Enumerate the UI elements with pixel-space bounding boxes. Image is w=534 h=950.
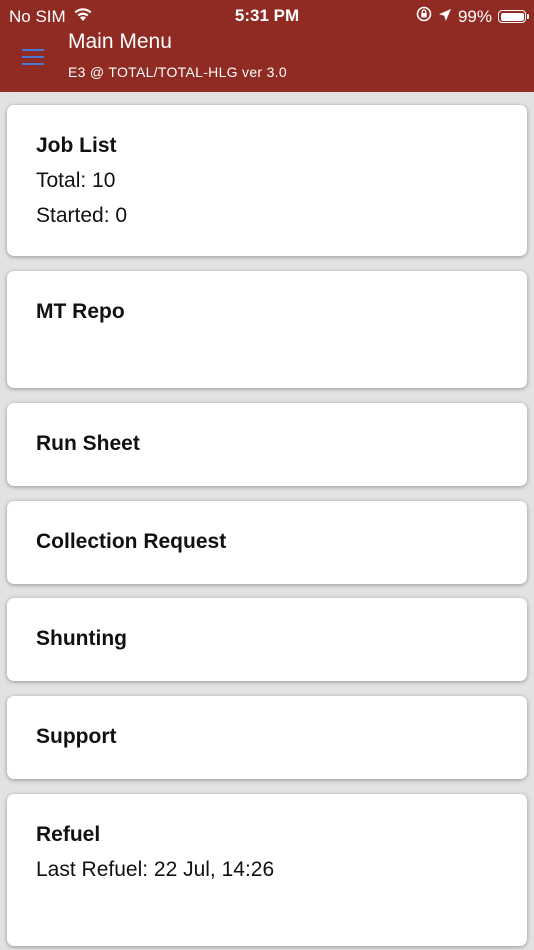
- mt-repo-title: MT Repo: [36, 300, 125, 323]
- app-header: No SIM 5:31 PM 99% Main Menu E3 @ TOTAL/…: [0, 0, 534, 92]
- battery-percent: 99%: [457, 6, 492, 26]
- battery-icon: [498, 10, 529, 23]
- mt-repo-card[interactable]: MT Repo: [7, 271, 527, 388]
- run-sheet-card[interactable]: Run Sheet: [7, 403, 527, 486]
- location-arrow-icon: [438, 7, 452, 27]
- status-right: 99%: [416, 6, 529, 27]
- collection-request-title: Collection Request: [36, 530, 227, 553]
- page-subtitle: E3 @ TOTAL/TOTAL-HLG ver 3.0: [68, 64, 287, 80]
- job-list-card[interactable]: Job List Total: 10 Started: 0: [7, 105, 527, 256]
- support-title: Support: [36, 725, 117, 748]
- refuel-last-refuel: Last Refuel: 22 Jul, 14:26: [36, 858, 275, 881]
- run-sheet-title: Run Sheet: [36, 432, 140, 455]
- hamburger-icon: [22, 48, 44, 71]
- refuel-card[interactable]: Refuel Last Refuel: 22 Jul, 14:26: [7, 794, 527, 946]
- shunting-title: Shunting: [36, 627, 127, 650]
- status-bar: No SIM 5:31 PM 99%: [0, 0, 534, 32]
- support-card[interactable]: Support: [7, 696, 527, 779]
- shunting-card[interactable]: Shunting: [7, 598, 527, 681]
- hamburger-menu-button[interactable]: [17, 44, 49, 74]
- job-list-total: Total: 10: [36, 169, 116, 192]
- job-list-title: Job List: [36, 134, 117, 157]
- collection-request-card[interactable]: Collection Request: [7, 501, 527, 584]
- refuel-title: Refuel: [36, 823, 101, 846]
- job-list-started: Started: 0: [36, 204, 128, 227]
- page-title: Main Menu: [68, 30, 172, 53]
- orientation-lock-icon: [416, 6, 432, 27]
